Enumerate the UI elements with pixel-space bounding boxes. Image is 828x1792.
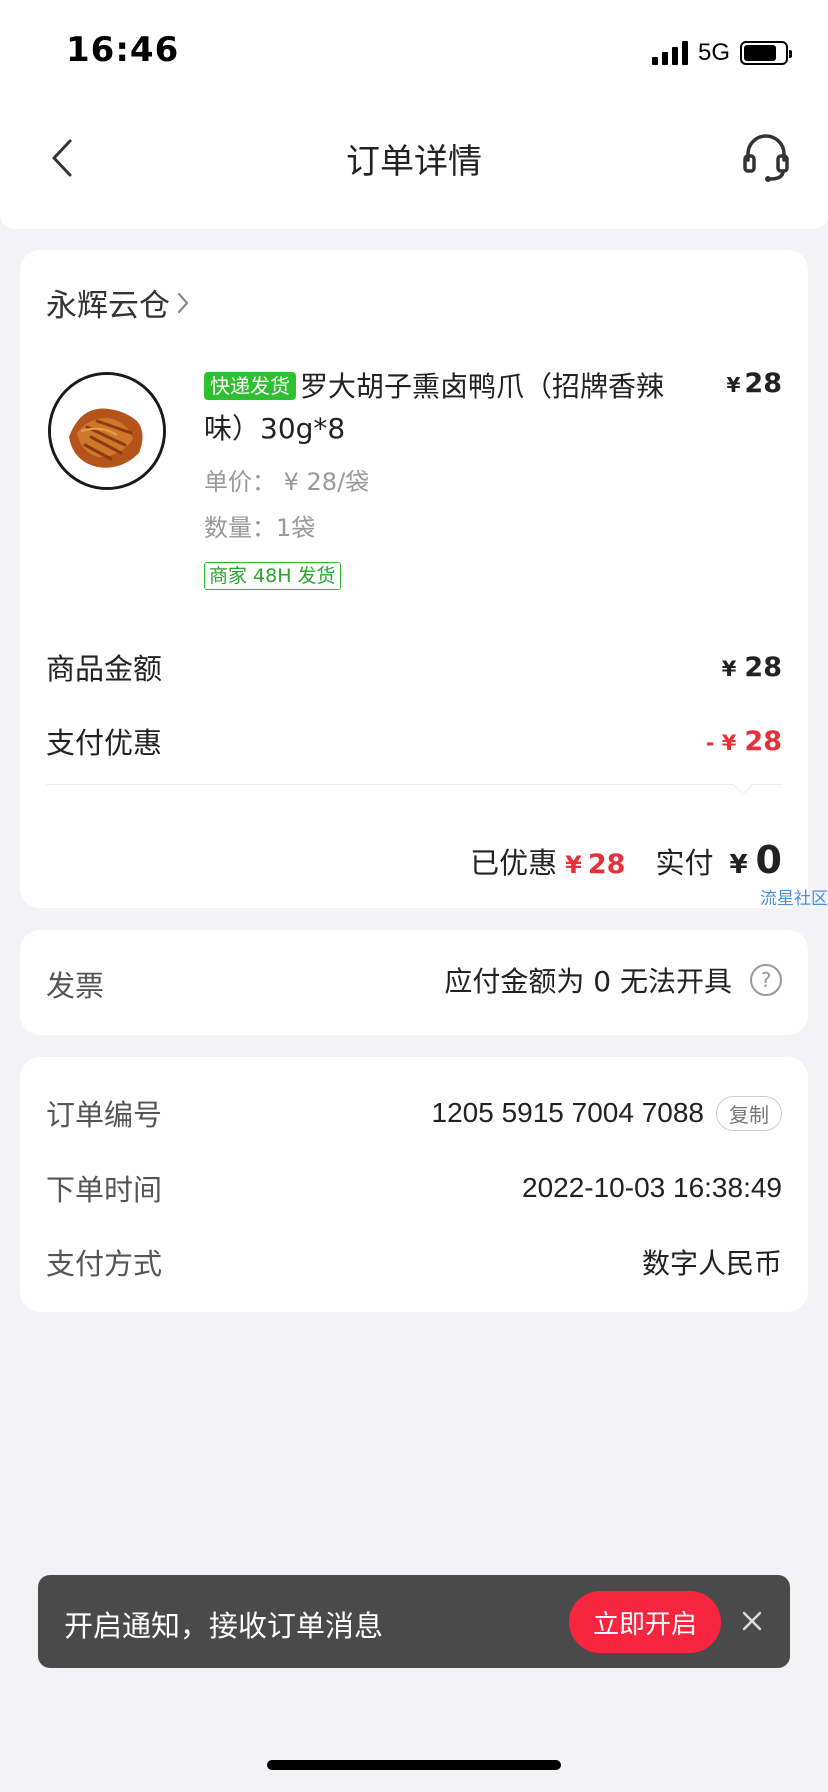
goods-amount-label: 商品金额 bbox=[46, 652, 163, 686]
invoice-status: 应付金额为 0 无法开具 ? bbox=[444, 960, 782, 1000]
invoice-value: 应付金额为 0 无法开具 bbox=[444, 965, 732, 998]
headset-icon bbox=[743, 134, 789, 182]
paid-currency: ¥ bbox=[729, 850, 748, 880]
invoice-label: 发票 bbox=[46, 969, 105, 1003]
order-number-value: 1205 5915 7004 7088 bbox=[431, 1097, 705, 1128]
watermark: 流星社区 bbox=[760, 889, 828, 909]
payment-discount-row: 支付优惠 - ¥28 bbox=[46, 720, 782, 762]
close-banner-button[interactable] bbox=[738, 1607, 766, 1635]
store-link[interactable]: 永辉云仓 bbox=[46, 280, 190, 325]
order-item-card: 永辉云仓 快递发货 罗大胡子熏卤鸭爪（招牌香辣味）30g*8 ¥28 单价： ¥ … bbox=[20, 250, 808, 908]
signal-icon bbox=[651, 41, 688, 65]
close-icon bbox=[742, 1611, 762, 1631]
payment-discount-label: 支付优惠 bbox=[46, 726, 163, 760]
payment-method-label: 支付方式 bbox=[46, 1247, 163, 1281]
product-image[interactable] bbox=[48, 372, 166, 490]
order-info-card: 订单编号 1205 5915 7004 7088 复制 下单时间 2022-10… bbox=[20, 1057, 808, 1312]
enable-notification-button[interactable]: 立即开启 bbox=[569, 1591, 721, 1653]
home-indicator[interactable] bbox=[267, 1760, 561, 1770]
total-row: 已优惠 ¥28 实付 ¥ 0 bbox=[470, 838, 782, 882]
order-time-row: 下单时间 2022-10-03 16:38:49 bbox=[46, 1167, 782, 1209]
goods-amount-value: ¥28 bbox=[721, 651, 782, 683]
paid-label: 实付 bbox=[655, 846, 714, 880]
product-price: ¥28 bbox=[727, 368, 783, 399]
invoice-card[interactable]: 发票 应付金额为 0 无法开具 ? bbox=[20, 930, 808, 1035]
order-time-label: 下单时间 bbox=[46, 1173, 163, 1207]
network-label: 5G bbox=[697, 39, 730, 66]
payment-discount-value: - ¥28 bbox=[705, 725, 782, 757]
divider-notch bbox=[733, 775, 753, 795]
chevron-right-icon bbox=[177, 292, 189, 313]
page-title: 订单详情 bbox=[346, 142, 482, 182]
unit-price: 单价： ¥ 28/袋 bbox=[204, 468, 370, 496]
paid-value: 0 bbox=[755, 838, 782, 882]
price-value: 28 bbox=[744, 368, 782, 399]
order-time-value: 2022-10-03 16:38:49 bbox=[522, 1172, 782, 1203]
header-divider bbox=[0, 215, 828, 229]
saved-label: 已优惠 bbox=[470, 846, 558, 880]
order-number-label: 订单编号 bbox=[46, 1098, 163, 1132]
copy-button[interactable]: 复制 bbox=[716, 1095, 782, 1131]
status-indicators: 5G bbox=[651, 36, 792, 70]
nav-header: 订单详情 bbox=[0, 100, 828, 215]
notification-banner: 开启通知，接收订单消息 立即开启 bbox=[38, 1575, 790, 1668]
shipping-tag: 商家 48H 发货 bbox=[204, 562, 341, 590]
battery-icon bbox=[740, 41, 792, 65]
payment-method-row: 支付方式 数字人民币 bbox=[46, 1241, 782, 1283]
saved-value: ¥28 bbox=[565, 849, 626, 880]
store-name: 永辉云仓 bbox=[46, 288, 170, 324]
order-number-row: 订单编号 1205 5915 7004 7088 复制 bbox=[46, 1092, 782, 1134]
price-currency: ¥ bbox=[726, 373, 741, 397]
express-tag: 快递发货 bbox=[204, 372, 296, 400]
status-time: 16:46 bbox=[66, 30, 180, 70]
notification-text: 开启通知，接收订单消息 bbox=[64, 1609, 384, 1643]
status-bar: 16:46 5G bbox=[0, 0, 828, 100]
customer-service-button[interactable] bbox=[740, 132, 792, 184]
product-title: 快递发货 罗大胡子熏卤鸭爪（招牌香辣味）30g*8 bbox=[204, 366, 664, 450]
goods-amount-row: 商品金额 ¥28 bbox=[46, 646, 782, 688]
product-info[interactable]: 快递发货 罗大胡子熏卤鸭爪（招牌香辣味）30g*8 bbox=[204, 366, 664, 450]
quantity: 数量：1袋 bbox=[204, 514, 316, 542]
payment-method-value: 数字人民币 bbox=[641, 1247, 782, 1280]
summary-divider bbox=[46, 784, 782, 785]
question-icon[interactable]: ? bbox=[750, 964, 782, 996]
